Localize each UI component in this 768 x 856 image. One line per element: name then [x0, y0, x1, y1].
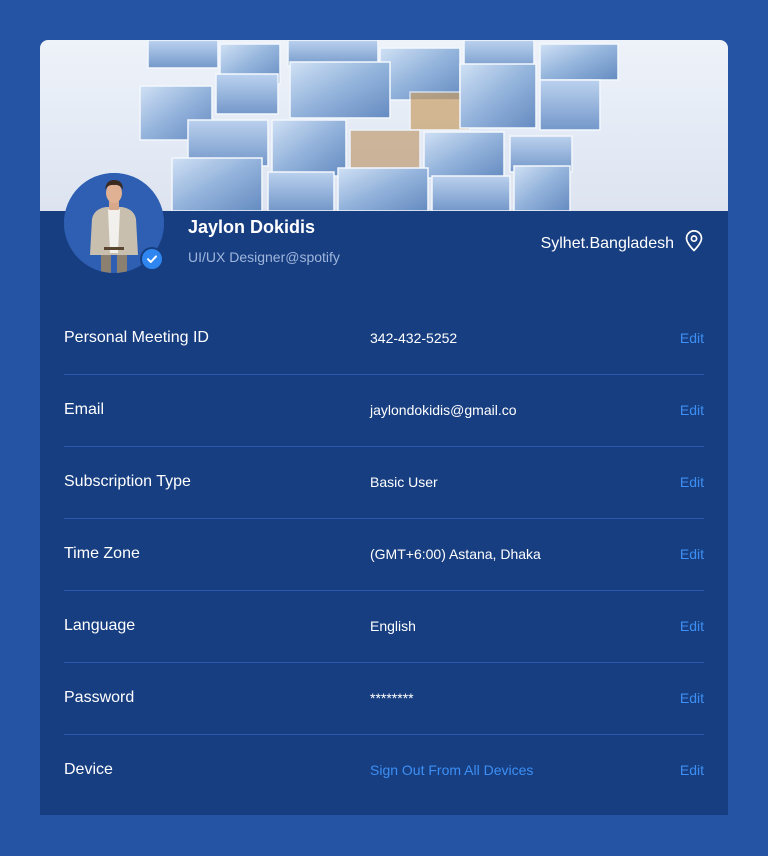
row-value: 342-432-5252: [370, 330, 458, 346]
edit-button[interactable]: Edit: [680, 402, 704, 418]
settings-row-email: Email jaylondokidis@gmail.co Edit: [64, 375, 704, 447]
settings-row-password: Password ******** Edit: [64, 663, 704, 735]
settings-row-time-zone: Time Zone (GMT+6:00) Astana, Dhaka Edit: [64, 519, 704, 591]
avatar-container: [64, 173, 164, 273]
row-label: Subscription Type: [64, 473, 191, 490]
row-value: ********: [370, 690, 414, 706]
edit-button[interactable]: Edit: [680, 762, 704, 778]
settings-row-device: Device Sign Out From All Devices Edit: [64, 735, 704, 806]
settings-row-subscription: Subscription Type Basic User Edit: [64, 447, 704, 519]
row-label: Time Zone: [64, 545, 140, 562]
row-label: Language: [64, 617, 136, 634]
row-label: Personal Meeting ID: [64, 329, 209, 346]
row-value: English: [370, 618, 416, 634]
edit-button[interactable]: Edit: [680, 618, 704, 634]
location-text: Sylhet.Bangladesh: [540, 234, 674, 252]
edit-button[interactable]: Edit: [680, 546, 704, 562]
row-label: Device: [64, 761, 113, 778]
sign-out-all-devices-link[interactable]: Sign Out From All Devices: [370, 762, 533, 778]
profile-location: Sylhet.Bangladesh: [541, 230, 704, 257]
row-label: Password: [64, 689, 135, 706]
settings-row-meeting-id: Personal Meeting ID 342-432-5252 Edit: [64, 303, 704, 375]
row-value: Basic User: [370, 474, 438, 490]
row-value: (GMT+6:00) Astana, Dhaka: [370, 546, 541, 562]
profile-role: UI/UX Designer@spotify: [188, 249, 340, 265]
profile-card: Jaylon Dokidis UI/UX Designer@spotify Sy…: [40, 40, 728, 815]
settings-row-language: Language English Edit: [64, 591, 704, 663]
profile-name: Jaylon Dokidis: [188, 217, 316, 237]
settings-list: Personal Meeting ID 342-432-5252 Edit Em…: [64, 303, 704, 806]
edit-button[interactable]: Edit: [680, 330, 704, 346]
row-label: Email: [64, 401, 105, 418]
edit-button[interactable]: Edit: [680, 690, 704, 706]
row-value: jaylondokidis@gmail.co: [370, 402, 517, 418]
verified-check-icon: [140, 247, 164, 271]
location-pin-icon: [684, 230, 704, 257]
edit-button[interactable]: Edit: [680, 474, 704, 490]
